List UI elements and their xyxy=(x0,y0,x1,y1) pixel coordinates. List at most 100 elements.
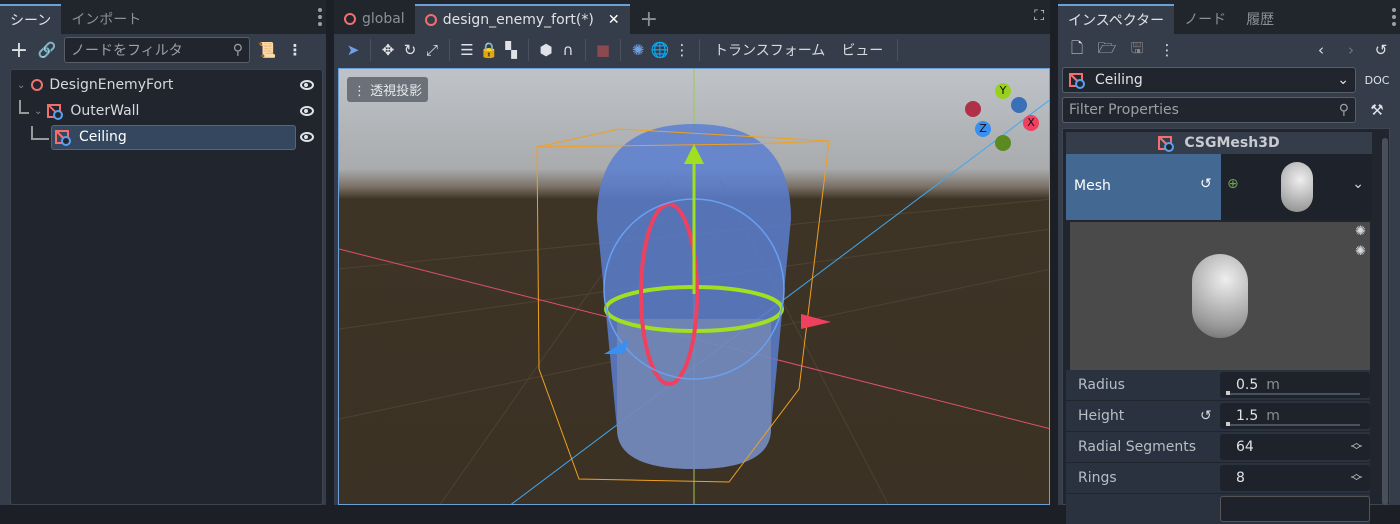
radius-input[interactable]: 0.5 m xyxy=(1220,372,1370,398)
unit: m xyxy=(1266,377,1280,393)
mesh-preview: ✺ ✺ xyxy=(1070,222,1370,372)
node-label: Ceiling xyxy=(79,129,127,145)
gizmo-z[interactable]: Z xyxy=(975,121,991,137)
tab-scene[interactable]: シーン xyxy=(0,4,62,34)
gizmo-x[interactable]: X xyxy=(1023,115,1039,131)
dock-menu-icon[interactable] xyxy=(318,8,322,26)
more-icon[interactable]: ⋮ xyxy=(1156,39,1178,61)
select-tool-icon[interactable]: ➤ xyxy=(342,39,364,61)
forward-icon[interactable]: › xyxy=(1340,39,1362,61)
add-node-icon[interactable]: + xyxy=(8,38,30,63)
mesh-thumbnail xyxy=(1281,162,1313,212)
new-resource-icon[interactable]: 🗋 xyxy=(1066,39,1088,61)
node-label: OuterWall xyxy=(70,103,140,119)
csg-icon xyxy=(47,104,64,120)
mesh-label: Mesh xyxy=(1074,178,1111,194)
fullscreen-icon[interactable]: ⛶ xyxy=(1034,8,1044,24)
visibility-icon[interactable] xyxy=(300,106,314,116)
rotate-tool-icon[interactable]: ↻ xyxy=(399,39,421,61)
section-header[interactable]: CSGMesh3D xyxy=(1066,132,1372,154)
tab-history[interactable]: 履歴 xyxy=(1236,4,1284,34)
lock-icon[interactable]: 🔒 xyxy=(478,39,500,61)
more-icon[interactable]: ⋮ xyxy=(671,39,693,61)
move-tool-icon[interactable]: ✥ xyxy=(377,39,399,61)
tools-icon[interactable]: ⚒ xyxy=(1366,99,1388,121)
tab-global[interactable]: global xyxy=(334,4,415,34)
environment-icon[interactable]: 🌐 xyxy=(649,39,671,61)
value: 64 xyxy=(1236,439,1254,455)
viewport-scene xyxy=(339,69,1049,504)
next-input[interactable] xyxy=(1220,496,1370,522)
light-toggle-icon[interactable]: ✺ xyxy=(1355,224,1366,239)
filter-properties-input[interactable]: Filter Properties ⚲ xyxy=(1062,97,1356,123)
dock-menu-icon[interactable] xyxy=(1392,8,1396,26)
collapse-icon[interactable]: ⌄ xyxy=(34,106,42,117)
slider[interactable] xyxy=(1226,391,1360,395)
add-tab-button[interactable]: + xyxy=(630,4,668,34)
view-menu[interactable]: ビュー xyxy=(833,40,891,60)
value: 8 xyxy=(1236,470,1245,486)
tree-item[interactable]: ⌄ DesignEnemyFort xyxy=(11,73,322,97)
close-icon[interactable]: ✕ xyxy=(608,12,620,28)
scene-tree: ⌄ DesignEnemyFort ⌄ OuterWall Ceiling xyxy=(10,69,323,505)
unit: m xyxy=(1266,408,1280,424)
light-toggle-icon[interactable]: ✺ xyxy=(1355,244,1366,259)
slider[interactable] xyxy=(1226,422,1360,426)
tab-design-enemy-fort[interactable]: design_enemy_fort(*) ✕ xyxy=(414,4,630,34)
snap-icon[interactable]: ∩ xyxy=(557,39,579,61)
tab-inspector[interactable]: インスペクター xyxy=(1058,4,1175,34)
tab-node[interactable]: ノード xyxy=(1174,4,1236,34)
tab-label: design_enemy_fort(*) xyxy=(442,12,594,28)
tab-import[interactable]: インポート xyxy=(61,4,151,34)
perspective-label: 透視投影 xyxy=(370,84,423,99)
rings-input[interactable]: 8 ︿ ﹀ xyxy=(1220,465,1370,491)
csg-icon xyxy=(1158,136,1175,152)
visibility-icon[interactable] xyxy=(300,80,314,90)
filter-placeholder: ノードをフィルタ xyxy=(71,43,183,59)
node-filter-input[interactable]: ノードをフィルタ ⚲ xyxy=(64,37,250,63)
history-icon[interactable]: ↺ xyxy=(1370,39,1392,61)
property-height: Height ↺ 1.5 m xyxy=(1066,401,1370,431)
property-next xyxy=(1066,494,1370,524)
doc-icon[interactable]: DOC xyxy=(1365,69,1390,91)
sun-icon[interactable]: ✺ xyxy=(627,39,649,61)
filter-placeholder: Filter Properties xyxy=(1069,102,1179,118)
more-icon[interactable]: ⋮ xyxy=(284,39,306,61)
local-space-icon[interactable]: ⬢ xyxy=(535,39,557,61)
mesh-resource-picker[interactable]: ⊕ ⌄ xyxy=(1221,154,1372,220)
gizmo-y[interactable]: Y xyxy=(995,83,1011,99)
transform-menu[interactable]: トランスフォーム xyxy=(706,40,833,60)
spinner-icon[interactable]: ︿ ﹀ xyxy=(1351,468,1362,487)
perspective-menu[interactable]: ⋮ 透視投影 xyxy=(347,77,429,102)
csg-icon xyxy=(1069,73,1085,89)
save-icon[interactable]: 🖫 xyxy=(1126,39,1148,61)
back-icon[interactable]: ‹ xyxy=(1310,39,1332,61)
visibility-icon[interactable] xyxy=(300,132,314,142)
3d-viewport[interactable]: ⋮ 透視投影 Y X Z xyxy=(338,68,1050,505)
camera-icon[interactable]: ■ xyxy=(592,39,614,61)
mesh-resource-icon: ⊕ xyxy=(1227,176,1239,192)
list-select-icon[interactable]: ☰ xyxy=(456,39,478,61)
open-folder-icon[interactable]: 🗁 xyxy=(1096,39,1118,61)
revert-icon[interactable]: ↺ xyxy=(1200,176,1212,192)
property-label: Radius xyxy=(1078,377,1125,393)
attach-script-icon[interactable]: 📜 xyxy=(256,39,278,61)
csg-icon xyxy=(55,130,71,146)
collapse-icon[interactable]: ⌄ xyxy=(17,80,25,91)
revert-icon[interactable]: ↺ xyxy=(1200,408,1212,424)
link-icon[interactable]: 🔗 xyxy=(36,39,58,61)
value: 0.5 xyxy=(1236,377,1259,393)
scrollbar[interactable] xyxy=(1382,138,1388,505)
group-icon[interactable]: ▚ xyxy=(500,39,522,61)
spinner-icon[interactable]: ︿ ﹀ xyxy=(1351,437,1362,456)
tree-item-selected[interactable]: Ceiling xyxy=(11,125,322,150)
node-selector[interactable]: Ceiling ⌄ xyxy=(1062,67,1356,93)
property-radius: Radius 0.5 m xyxy=(1066,370,1370,400)
view-gizmo[interactable]: Y X Z xyxy=(965,81,1039,151)
property-label: Height xyxy=(1078,408,1125,424)
scale-tool-icon[interactable]: ⤢ xyxy=(421,39,443,61)
height-input[interactable]: 1.5 m xyxy=(1220,403,1370,429)
chevron-down-icon: ⌄ xyxy=(1337,72,1349,88)
tree-item[interactable]: ⌄ OuterWall xyxy=(11,99,322,123)
radial-segments-input[interactable]: 64 ︿ ﹀ xyxy=(1220,434,1370,460)
